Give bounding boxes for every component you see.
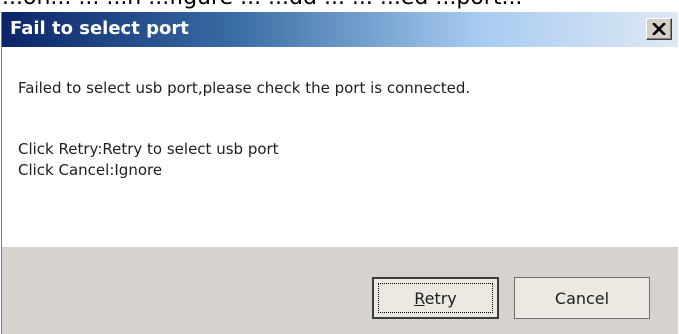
cancel-instruction: Click Cancel:Ignore bbox=[18, 161, 163, 179]
close-icon bbox=[652, 20, 666, 39]
background-text: ...on... ... ...n ...figure ... ...dd ..… bbox=[2, 0, 522, 11]
error-dialog: Fail to select port Failed to select usb… bbox=[1, 12, 678, 334]
screen: ...on... ... ...n ...figure ... ...dd ..… bbox=[0, 0, 679, 334]
dialog-content: Failed to select usb port,please check t… bbox=[2, 47, 678, 247]
cancel-button-label: Cancel bbox=[554, 288, 610, 308]
dialog-title: Fail to select port bbox=[10, 18, 189, 39]
dialog-titlebar[interactable]: Fail to select port bbox=[2, 12, 678, 47]
retry-instruction: Click Retry:Retry to select usb port bbox=[18, 140, 279, 158]
focus-indicator bbox=[378, 283, 493, 313]
dialog-button-bar: Retry Cancel bbox=[2, 247, 678, 334]
error-message: Failed to select usb port,please check t… bbox=[18, 79, 471, 97]
close-button[interactable] bbox=[646, 18, 672, 40]
cancel-button[interactable]: Cancel bbox=[514, 277, 650, 319]
retry-button[interactable]: Retry bbox=[372, 277, 499, 319]
